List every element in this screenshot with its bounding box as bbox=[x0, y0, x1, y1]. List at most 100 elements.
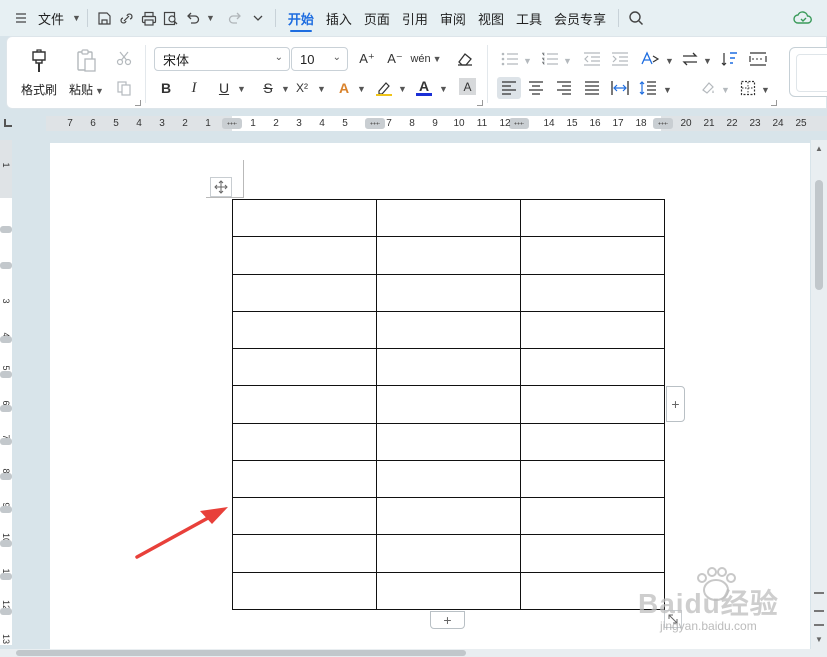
bold-button[interactable]: B bbox=[155, 77, 177, 99]
table-cell[interactable] bbox=[520, 273, 665, 312]
cloud-sync-icon[interactable] bbox=[793, 8, 813, 28]
undo-dropdown-icon[interactable]: ▼ bbox=[206, 13, 215, 23]
table-cell[interactable] bbox=[520, 422, 665, 461]
superscript-button[interactable]: X² bbox=[291, 77, 313, 99]
undo-icon[interactable] bbox=[182, 7, 204, 29]
table-cell[interactable] bbox=[376, 385, 521, 424]
horizontal-ruler[interactable]: 7 6 5 4 3 2 1 1 2 3 4 5 7 8 9 10 11 12 14 15 16 17 18 20 21 22 23 2… bbox=[46, 116, 827, 131]
ruler-column-marker[interactable] bbox=[222, 118, 242, 129]
vertical-ruler[interactable]: 1 3 4 5 6 7 8 9 10 1 12 13 bbox=[0, 140, 12, 645]
table-cell[interactable] bbox=[232, 534, 377, 573]
font-size-select[interactable]: 10 ⌄ bbox=[291, 47, 348, 71]
table-cell[interactable] bbox=[232, 310, 377, 350]
sort-swap-icon[interactable] bbox=[679, 48, 701, 70]
copy-icon[interactable] bbox=[113, 77, 135, 99]
font-name-select[interactable]: 宋体 ⌄ bbox=[154, 47, 290, 71]
align-left-icon[interactable] bbox=[497, 77, 521, 99]
borders-dropdown-icon[interactable]: ▼ bbox=[761, 85, 770, 95]
show-marks-icon[interactable] bbox=[747, 48, 769, 70]
save-icon[interactable] bbox=[94, 7, 116, 29]
tab-home[interactable]: 开始 bbox=[282, 0, 320, 36]
highlight-dropdown-icon[interactable]: ▼ bbox=[398, 84, 407, 94]
style-preview[interactable] bbox=[796, 54, 827, 92]
text-direction-icon[interactable] bbox=[639, 48, 661, 70]
share-icon[interactable] bbox=[116, 7, 138, 29]
text-direction-dropdown-icon[interactable]: ▼ bbox=[665, 56, 674, 66]
select-browse-icon[interactable] bbox=[814, 610, 824, 612]
strikethrough-dropdown-icon[interactable]: ▼ bbox=[281, 84, 290, 94]
add-column-button[interactable]: + bbox=[666, 386, 685, 422]
print-preview-icon[interactable] bbox=[160, 7, 182, 29]
decrease-indent-icon[interactable] bbox=[581, 48, 603, 70]
bullet-list-dropdown-icon[interactable]: ▼ bbox=[523, 56, 532, 66]
underline-button[interactable]: U bbox=[213, 77, 235, 99]
prev-page-icon[interactable] bbox=[814, 592, 824, 594]
table-cell[interactable] bbox=[520, 236, 665, 275]
justify-icon[interactable] bbox=[581, 77, 603, 99]
superscript-dropdown-icon[interactable]: ▼ bbox=[317, 84, 326, 94]
table-cell[interactable] bbox=[232, 273, 377, 312]
grow-font-button[interactable]: A⁺ bbox=[356, 48, 378, 70]
table-cell[interactable] bbox=[376, 459, 521, 499]
distribute-icon[interactable] bbox=[609, 77, 631, 99]
align-center-icon[interactable] bbox=[525, 77, 547, 99]
italic-button[interactable]: I bbox=[183, 77, 205, 99]
borders-icon[interactable] bbox=[737, 77, 759, 99]
style-gallery[interactable] bbox=[789, 47, 827, 97]
table-cell[interactable] bbox=[376, 198, 521, 238]
table-cell[interactable] bbox=[232, 422, 377, 461]
tab-member[interactable]: 会员专享 bbox=[548, 0, 612, 36]
ruler-column-marker[interactable] bbox=[653, 118, 673, 129]
table-cell[interactable] bbox=[520, 385, 665, 424]
sort-swap-dropdown-icon[interactable]: ▼ bbox=[703, 56, 712, 66]
horizontal-scrollbar[interactable] bbox=[0, 649, 827, 657]
increase-indent-icon[interactable] bbox=[609, 48, 631, 70]
table-cell[interactable] bbox=[520, 497, 665, 536]
add-row-button[interactable]: + bbox=[430, 611, 465, 629]
table-cell[interactable] bbox=[232, 236, 377, 275]
phonetic-guide-button[interactable]: wén ▼ bbox=[410, 48, 441, 70]
tab-references[interactable]: 引用 bbox=[396, 0, 434, 36]
table-cell[interactable] bbox=[232, 385, 377, 424]
strikethrough-button[interactable]: S bbox=[257, 77, 279, 99]
shading-dropdown-icon[interactable]: ▼ bbox=[721, 85, 730, 95]
table-cell[interactable] bbox=[376, 236, 521, 275]
scrollbar-thumb[interactable] bbox=[16, 650, 466, 656]
table-cell[interactable] bbox=[376, 422, 521, 461]
table-cell[interactable] bbox=[232, 348, 377, 387]
line-spacing-icon[interactable] bbox=[637, 77, 659, 99]
table-cell[interactable] bbox=[520, 198, 665, 238]
highlight-icon[interactable] bbox=[373, 77, 395, 99]
table-cell[interactable] bbox=[232, 198, 377, 238]
table-cell[interactable] bbox=[520, 459, 665, 499]
table-cell[interactable] bbox=[232, 571, 377, 611]
font-dialog-launcher[interactable] bbox=[477, 100, 483, 106]
char-shading-button[interactable]: A bbox=[459, 78, 476, 95]
table-cell[interactable] bbox=[376, 273, 521, 312]
table-cell[interactable] bbox=[376, 310, 521, 350]
paste-button[interactable]: 粘贴 ▼ bbox=[69, 39, 104, 98]
scroll-down-icon[interactable]: ▼ bbox=[815, 635, 823, 644]
cut-icon[interactable] bbox=[113, 47, 135, 69]
tab-view[interactable]: 视图 bbox=[472, 0, 510, 36]
sort-icon[interactable] bbox=[719, 48, 741, 70]
paragraph-dialog-launcher[interactable] bbox=[771, 100, 777, 106]
redo-icon[interactable] bbox=[225, 7, 247, 29]
align-right-icon[interactable] bbox=[553, 77, 575, 99]
file-menu[interactable]: 文件 ▼ bbox=[10, 0, 81, 36]
search-icon[interactable] bbox=[625, 7, 647, 29]
next-page-icon[interactable] bbox=[814, 624, 824, 626]
text-effect-dropdown-icon[interactable]: ▼ bbox=[357, 84, 366, 94]
table-cell[interactable] bbox=[376, 571, 521, 611]
tab-insert[interactable]: 插入 bbox=[320, 0, 358, 36]
table-cell[interactable] bbox=[376, 348, 521, 387]
numbered-list-icon[interactable] bbox=[539, 48, 561, 70]
underline-dropdown-icon[interactable]: ▼ bbox=[237, 84, 246, 94]
table-cell[interactable] bbox=[520, 534, 665, 573]
table-cell[interactable] bbox=[376, 534, 521, 573]
table-move-handle[interactable] bbox=[210, 177, 232, 197]
table-cell[interactable] bbox=[520, 310, 665, 350]
text-effect-button[interactable]: A bbox=[333, 77, 355, 99]
scroll-up-icon[interactable]: ▲ bbox=[815, 144, 823, 153]
font-color-dropdown-icon[interactable]: ▼ bbox=[439, 84, 448, 94]
